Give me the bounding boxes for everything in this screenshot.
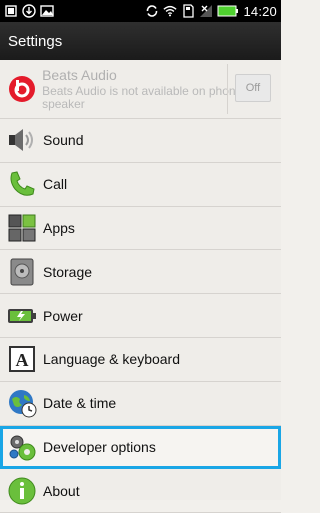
settings-item-sound[interactable]: Sound — [0, 119, 281, 163]
settings-item-power[interactable]: Power — [0, 294, 281, 338]
beats-icon — [6, 73, 37, 105]
beats-toggle[interactable]: Off — [235, 74, 271, 102]
status-bar: 14:20 — [0, 0, 281, 22]
storage-label: Storage — [43, 263, 93, 280]
download-icon — [22, 4, 36, 18]
status-time: 14:20 — [243, 3, 277, 19]
settings-item-developer-options[interactable]: Developer options — [0, 425, 281, 470]
date-time-label: Date & time — [43, 395, 117, 412]
info-icon — [6, 475, 38, 507]
page-title: Settings — [8, 32, 63, 50]
settings-item-date-time[interactable]: Date & time — [0, 382, 281, 426]
settings-list: Beats Audio Beats Audio is not available… — [0, 60, 281, 513]
gears-icon — [6, 431, 38, 463]
apps-label: Apps — [43, 219, 75, 236]
signal-off-icon — [199, 4, 213, 18]
title-bar: Settings — [0, 22, 281, 61]
status-right-icons: 14:20 — [145, 4, 281, 19]
power-label: Power — [43, 307, 83, 324]
status-left-icons — [0, 4, 54, 18]
battery-icon — [217, 4, 239, 18]
speaker-icon — [6, 124, 38, 156]
sound-label: Sound — [43, 132, 84, 149]
settings-item-apps[interactable]: Apps — [0, 207, 281, 251]
divider — [227, 64, 228, 114]
sync-icon — [145, 4, 159, 18]
language-icon: A — [6, 343, 38, 375]
settings-item-about[interactable]: About — [0, 469, 281, 513]
settings-item-language[interactable]: A Language & keyboard — [0, 338, 281, 382]
call-label: Call — [43, 176, 68, 193]
globe-clock-icon — [6, 387, 38, 419]
language-label: Language & keyboard — [43, 351, 180, 368]
settings-item-beats-audio: Beats Audio Beats Audio is not available… — [0, 60, 281, 119]
about-label: About — [43, 482, 80, 499]
image-icon — [40, 4, 54, 18]
apps-icon — [6, 212, 38, 244]
sd-card-icon — [181, 4, 195, 18]
phone-icon — [6, 168, 38, 200]
settings-item-call[interactable]: Call — [0, 163, 281, 207]
screenshot-icon — [4, 4, 18, 18]
battery-icon — [6, 300, 38, 332]
svg-text:A: A — [16, 350, 29, 370]
developer-options-label: Developer options — [43, 438, 156, 455]
settings-item-storage[interactable]: Storage — [0, 250, 281, 295]
wifi-icon — [163, 4, 178, 18]
storage-icon — [6, 256, 38, 288]
